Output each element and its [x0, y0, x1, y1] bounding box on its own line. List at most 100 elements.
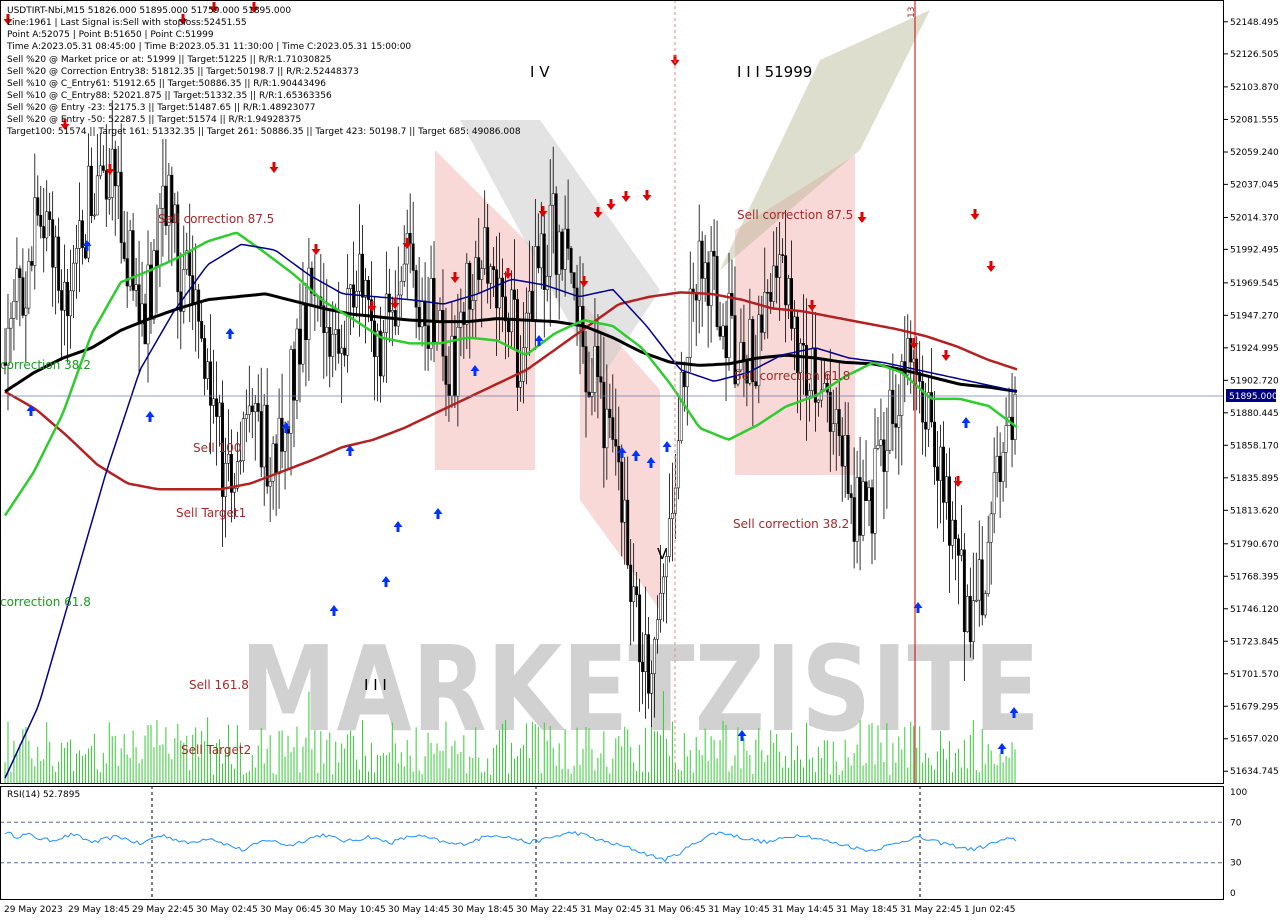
- candle-body: [965, 596, 969, 632]
- candle-body: [432, 278, 436, 343]
- candle-body: [921, 381, 925, 423]
- candle-body: [238, 460, 242, 462]
- candle-body: [280, 417, 284, 452]
- candle-body: [599, 376, 603, 383]
- candle-body: [626, 499, 630, 566]
- price-tick-label: 51835.895: [1230, 474, 1279, 484]
- candle-body: [301, 304, 305, 365]
- candle-body: [682, 372, 686, 388]
- candle-body: [659, 592, 662, 620]
- candle-body: [593, 346, 597, 393]
- candle-body: [501, 277, 505, 298]
- candle-body: [483, 227, 487, 269]
- candle-body: [563, 228, 567, 270]
- candle-body: [232, 487, 236, 493]
- candle-body: [641, 661, 645, 672]
- candle-body: [828, 391, 832, 432]
- candle-body: [769, 292, 773, 302]
- vline-label: 13: [907, 7, 917, 18]
- candle-body: [715, 255, 719, 328]
- wave-label-iv: I V: [530, 63, 550, 81]
- candle-body: [292, 349, 296, 401]
- annot-sell-100: Sell 100: [193, 441, 241, 455]
- candle-body: [638, 594, 642, 663]
- info-line: Target100: 51574 || Target 161: 51332.35…: [6, 127, 521, 137]
- rsi-pane: [0, 787, 1224, 900]
- candle-body: [224, 463, 227, 497]
- candle-body: [1013, 393, 1017, 440]
- candle-body: [420, 300, 424, 328]
- candle-body: [161, 185, 165, 209]
- info-line: Point A:52075 | Point B:51650 | Point C:…: [7, 30, 214, 40]
- candle-body: [510, 289, 513, 333]
- candle-body: [250, 405, 254, 413]
- candle-body: [676, 440, 680, 489]
- wave-label-iii-price: I I I 51999: [737, 63, 812, 81]
- candle-body: [456, 327, 460, 397]
- time-tick-label: 1 Jun 02:45: [964, 905, 1015, 915]
- candle-body: [834, 409, 838, 425]
- candle-body: [933, 421, 937, 468]
- candle-body: [72, 262, 75, 292]
- info-line: Sell %20 @ Market price or at: 51999 || …: [7, 55, 331, 65]
- time-tick-label: 30 May 10:45: [324, 905, 386, 915]
- candle-body: [879, 439, 883, 446]
- candle-body: [101, 165, 105, 171]
- candle-body: [742, 341, 746, 360]
- price-tick-label: 52037.045: [1230, 180, 1279, 190]
- candle-body: [548, 204, 552, 277]
- candle-body: [864, 481, 868, 501]
- candle-body: [48, 211, 52, 220]
- candle-body: [948, 476, 951, 546]
- candle-body: [670, 512, 674, 519]
- candle-body: [662, 576, 665, 594]
- candle-body: [718, 326, 722, 337]
- candle-body: [962, 549, 966, 632]
- rsi-tick-label: 100: [1230, 788, 1247, 798]
- annot-correction-38-left: correction 38.2: [0, 358, 91, 372]
- candle-body: [256, 403, 260, 412]
- candle-body: [498, 277, 502, 309]
- candle-body: [92, 214, 96, 217]
- candle-body: [635, 586, 639, 596]
- candle-body: [241, 418, 245, 461]
- rsi-tick-label: 70: [1230, 818, 1242, 828]
- candle-body: [18, 268, 22, 278]
- candle-body: [688, 288, 692, 358]
- candle-body: [146, 264, 150, 345]
- candle-body: [200, 321, 204, 339]
- candle-body: [495, 269, 499, 309]
- candle-body: [444, 355, 448, 385]
- candle-body: [596, 346, 600, 377]
- candle-body: [349, 284, 353, 290]
- candle-body: [989, 513, 993, 543]
- candle-body: [98, 165, 102, 177]
- candle-body: [953, 519, 957, 539]
- candle-body: [545, 275, 549, 290]
- candle-body: [355, 290, 359, 308]
- rsi-label: RSI(14) 52.7895: [7, 790, 80, 800]
- candle-body: [763, 291, 767, 333]
- candle-body: [253, 403, 257, 413]
- candle-body: [700, 240, 704, 279]
- candle-body: [203, 338, 207, 379]
- candle-body: [63, 281, 67, 311]
- candle-body: [417, 306, 421, 328]
- time-tick-label: 31 May 14:45: [772, 905, 834, 915]
- candle-body: [492, 266, 496, 270]
- candle-body: [486, 227, 490, 284]
- candle-body: [277, 417, 281, 475]
- price-tick-label: 51947.270: [1230, 311, 1279, 321]
- candle-body: [453, 335, 457, 397]
- candle-body: [131, 230, 135, 291]
- candle-body: [274, 443, 278, 475]
- candle-body: [143, 303, 147, 345]
- candle-body: [289, 349, 293, 434]
- annot-sell-161: Sell 161.8: [189, 678, 249, 692]
- candle-body: [760, 314, 764, 333]
- current-price-label: 51895.000: [1229, 392, 1278, 402]
- time-tick-label: 31 May 10:45: [708, 905, 770, 915]
- candle-body: [295, 328, 299, 401]
- chart-root: MARKETZISITE 13 Sell correction 87.5 Sel…: [0, 0, 1280, 920]
- candle-body: [611, 417, 615, 440]
